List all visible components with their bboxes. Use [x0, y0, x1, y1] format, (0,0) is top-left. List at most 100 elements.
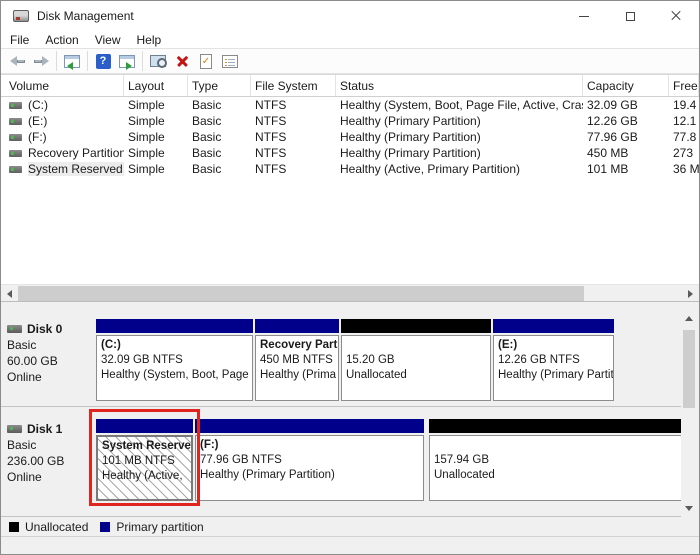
commit-changes-button[interactable]: ✓: [194, 50, 218, 72]
cell-layout: Simple: [124, 162, 188, 176]
horizontal-scrollbar[interactable]: [1, 284, 699, 301]
toolbar: ? ✓: [1, 48, 699, 74]
primary-partition-band: [493, 319, 614, 333]
legend-unallocated: Unallocated: [9, 520, 88, 534]
menu-action[interactable]: Action: [38, 32, 85, 48]
cell-status: Healthy (Primary Partition): [336, 146, 583, 160]
volume-name: Recovery Partition: [28, 146, 124, 160]
partition-title: (F:): [200, 438, 419, 453]
disk-1-header[interactable]: Disk 1 Basic 236.00 GB Online: [7, 421, 93, 485]
vertical-scrollbar[interactable]: [681, 310, 697, 516]
rescan-disks-button[interactable]: [146, 50, 170, 72]
back-button[interactable]: [5, 50, 29, 72]
disk-0-row: Disk 0 Basic 60.00 GB Online (C:) 32.09 …: [1, 307, 681, 407]
partition-size: 12.26 GB NTFS: [498, 353, 609, 368]
menu-view[interactable]: View: [88, 32, 128, 48]
show-console-tree-button[interactable]: [60, 50, 84, 72]
legend-bar: Unallocated Primary partition: [1, 518, 699, 537]
help-button[interactable]: ?: [91, 50, 115, 72]
scroll-down-button[interactable]: [681, 500, 697, 516]
table-row-recovery[interactable]: Recovery Partition Simple Basic NTFS Hea…: [1, 145, 699, 161]
minimize-button[interactable]: [561, 1, 607, 31]
table-row-e[interactable]: (E:) Simple Basic NTFS Healthy (Primary …: [1, 113, 699, 129]
delete-volume-icon: [176, 55, 189, 68]
horizontal-scrollbar-thumb[interactable]: [18, 286, 584, 301]
graphical-view: Disk 0 Basic 60.00 GB Online (C:) 32.09 …: [1, 301, 699, 518]
menu-file[interactable]: File: [3, 32, 36, 48]
partition-size: 32.09 GB NTFS: [101, 353, 248, 368]
partition-disk0-unallocated[interactable]: 15.20 GB Unallocated: [341, 319, 491, 401]
primary-partition-band: [195, 419, 424, 433]
cell-layout: Simple: [124, 130, 188, 144]
status-bar: [1, 537, 699, 554]
table-row-f[interactable]: (F:) Simple Basic NTFS Healthy (Primary …: [1, 129, 699, 145]
partition-disk1-unallocated[interactable]: 157.94 GB Unallocated: [429, 419, 682, 501]
maximize-button[interactable]: [607, 1, 653, 31]
column-header-file-system[interactable]: File System: [251, 75, 336, 96]
cell-type: Basic: [188, 98, 251, 112]
table-row-system-reserved[interactable]: System Reserved P... Simple Basic NTFS H…: [1, 161, 699, 177]
cell-capacity: 32.09 GB: [583, 98, 669, 112]
volume-name: (E:): [28, 114, 47, 128]
cell-free: 19.4: [669, 98, 699, 112]
show-action-pane-button[interactable]: [115, 50, 139, 72]
column-header-layout[interactable]: Layout: [124, 75, 188, 96]
column-header-type[interactable]: Type: [188, 75, 251, 96]
column-header-capacity[interactable]: Capacity: [583, 75, 669, 96]
vertical-scrollbar-thumb[interactable]: [683, 330, 695, 408]
legend-label: Primary partition: [116, 520, 203, 534]
disk-size: 236.00 GB: [7, 453, 93, 469]
column-header-free[interactable]: Free: [669, 75, 699, 96]
scroll-down-icon: [685, 506, 693, 511]
scroll-right-button[interactable]: [682, 285, 699, 302]
unallocated-band: [429, 419, 682, 433]
volume-icon: [9, 150, 22, 157]
partition-size: 77.96 GB NTFS: [200, 453, 419, 468]
cell-file-system: NTFS: [251, 114, 336, 128]
disk-state: Online: [7, 369, 93, 385]
forward-button[interactable]: [29, 50, 53, 72]
unallocated-band: [341, 319, 491, 333]
cell-file-system: NTFS: [251, 130, 336, 144]
title-bar[interactable]: Disk Management: [1, 1, 699, 31]
table-row-c[interactable]: (C:) Simple Basic NTFS Healthy (System, …: [1, 97, 699, 113]
scroll-up-button[interactable]: [681, 310, 697, 326]
disk-state: Online: [7, 469, 93, 485]
partition-status: Unallocated: [346, 368, 486, 383]
volume-name: (C:): [28, 98, 48, 112]
cell-capacity: 77.96 GB: [583, 130, 669, 144]
disk-0-header[interactable]: Disk 0 Basic 60.00 GB Online: [7, 321, 93, 385]
legend-label: Unallocated: [25, 520, 88, 534]
partition-status: Healthy (Prima: [260, 368, 334, 383]
partition-title: [346, 338, 486, 353]
partition-e[interactable]: (E:) 12.26 GB NTFS Healthy (Primary Part…: [493, 319, 614, 401]
window-title: Disk Management: [37, 9, 134, 23]
scroll-right-icon: [688, 290, 693, 298]
checkmark-document-icon: ✓: [200, 54, 212, 69]
minimize-icon: [579, 16, 589, 17]
disk-kind: Basic: [7, 437, 93, 453]
properties-button[interactable]: [218, 50, 242, 72]
delete-volume-button[interactable]: [170, 50, 194, 72]
partition-f[interactable]: (F:) 77.96 GB NTFS Healthy (Primary Part…: [195, 419, 424, 501]
volume-name: System Reserved P...: [28, 162, 124, 176]
rescan-disks-icon: [150, 55, 166, 67]
cell-capacity: 12.26 GB: [583, 114, 669, 128]
cell-free: 12.1: [669, 114, 699, 128]
cell-layout: Simple: [124, 114, 188, 128]
close-button[interactable]: [653, 1, 699, 31]
partition-size: 15.20 GB: [346, 353, 486, 368]
maximize-icon: [626, 12, 635, 21]
volume-name: (F:): [28, 130, 47, 144]
column-header-volume[interactable]: Volume: [1, 75, 124, 96]
disk-icon: [7, 425, 22, 433]
table-header: Volume Layout Type File System Status Ca…: [1, 75, 699, 97]
cell-status: Healthy (System, Boot, Page File, Active…: [336, 98, 583, 112]
partition-recovery[interactable]: Recovery Part 450 MB NTFS Healthy (Prima: [255, 319, 339, 401]
partition-title: (E:): [498, 338, 609, 353]
disk-management-app-icon: [13, 10, 29, 22]
partition-c[interactable]: (C:) 32.09 GB NTFS Healthy (System, Boot…: [96, 319, 253, 401]
menu-help[interactable]: Help: [130, 32, 169, 48]
scroll-left-button[interactable]: [1, 285, 18, 302]
column-header-status[interactable]: Status: [336, 75, 583, 96]
